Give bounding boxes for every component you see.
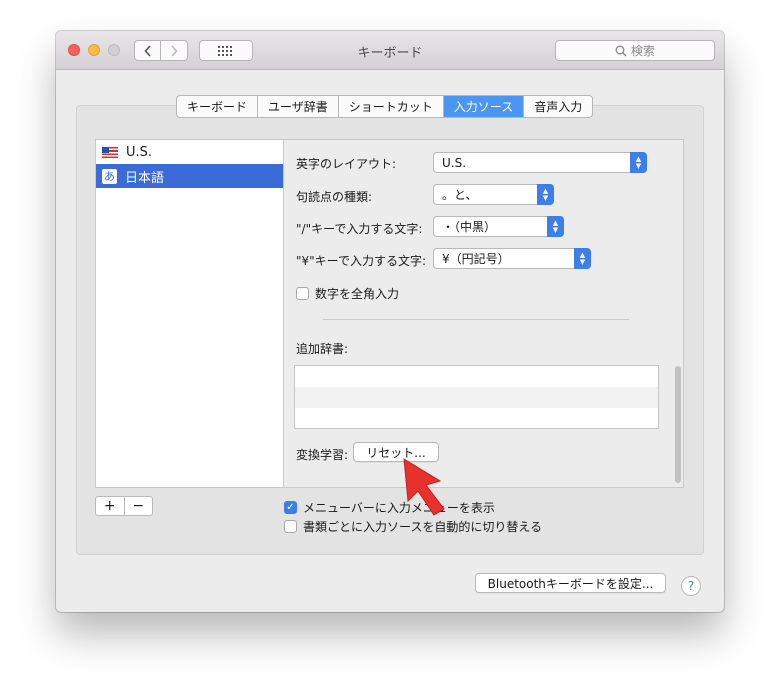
auto-switch-label: 書類ごとに入力ソースを自動的に切り替える: [303, 520, 543, 534]
slash-key-popup[interactable]: ・（中黒） ▲ ▼: [433, 216, 564, 237]
tab-input-sources[interactable]: 入力ソース: [443, 96, 525, 117]
tab-bar: キーボード ユーザ辞書 ショートカット 入力ソース 音声入力: [176, 95, 594, 118]
additional-dictionary-label: 追加辞書:: [296, 342, 349, 356]
list-item: [295, 366, 658, 387]
popup-arrows-icon: ▲ ▼: [537, 184, 554, 205]
popup-arrows-icon: ▲ ▼: [630, 152, 647, 173]
conversion-learning-label: 変換学習:: [296, 448, 349, 462]
mouse-pointer-icon: [403, 458, 445, 516]
punctuation-label: 句読点の種類:: [296, 190, 373, 204]
additional-dictionary-list[interactable]: [294, 365, 659, 429]
popup-arrows-icon: ▲ ▼: [574, 248, 591, 269]
tab-dictation[interactable]: 音声入力: [524, 96, 592, 117]
layout-value: U.S.: [442, 155, 467, 170]
setup-bluetooth-keyboard-button[interactable]: Bluetoothキーボードを設定...: [475, 573, 666, 593]
popup-arrows-icon: ▲ ▼: [547, 216, 564, 237]
punctuation-value: 。と、: [442, 188, 478, 202]
auto-switch-row[interactable]: 書類ごとに入力ソースを自動的に切り替える: [284, 518, 542, 535]
fullwidth-numbers-label: 数字を全角入力: [315, 287, 400, 301]
remove-source-button[interactable]: −: [125, 497, 153, 515]
fullwidth-numbers-row[interactable]: 数字を全角入力: [296, 285, 399, 302]
slash-key-label: "/"キーで入力する文字:: [296, 222, 423, 236]
list-item-japanese[interactable]: あ 日本語: [96, 164, 283, 188]
tab-keyboard[interactable]: キーボード: [177, 96, 259, 117]
show-input-menu-checkbox[interactable]: ✓: [284, 501, 297, 514]
layout-label: 英字のレイアウト:: [296, 157, 397, 171]
add-remove-control: + −: [95, 496, 153, 516]
us-flag-icon: [102, 146, 118, 158]
search-placeholder: 検索: [630, 44, 655, 58]
show-input-menu-row[interactable]: ✓ メニューバーに入力メニューを表示: [284, 499, 495, 516]
tab-shortcuts[interactable]: ショートカット: [339, 96, 444, 117]
scrollbar-thumb[interactable]: [675, 366, 681, 483]
search-field[interactable]: 検索: [555, 40, 715, 61]
list-item-label: U.S.: [126, 144, 153, 160]
title-bar: キーボード 検索: [56, 31, 724, 70]
list-item-label: 日本語: [125, 170, 165, 186]
list-item: [295, 408, 658, 429]
input-source-list[interactable]: U.S. あ 日本語: [95, 139, 284, 488]
add-source-button[interactable]: +: [96, 497, 125, 515]
yen-key-value: ¥（円記号）: [442, 252, 510, 266]
yen-key-popup[interactable]: ¥（円記号） ▲ ▼: [433, 248, 591, 269]
list-item: [295, 387, 658, 408]
show-input-menu-label: メニューバーに入力メニューを表示: [303, 501, 495, 515]
help-button[interactable]: ?: [681, 576, 701, 596]
divider: [323, 319, 629, 320]
hiragana-a-icon: あ: [102, 168, 117, 184]
search-icon: [615, 45, 627, 56]
tab-user-dictionary[interactable]: ユーザ辞書: [258, 96, 339, 117]
auto-switch-checkbox[interactable]: [284, 520, 297, 533]
punctuation-popup[interactable]: 。と、 ▲ ▼: [433, 184, 554, 205]
list-item-us[interactable]: U.S.: [96, 140, 283, 164]
preferences-window: キーボード 検索 キーボード ユーザ辞書 ショートカット 入力ソース 音声入力 …: [56, 31, 724, 612]
yen-key-label: "¥"キーで入力する文字:: [296, 254, 426, 268]
layout-popup[interactable]: U.S. ▲ ▼: [433, 152, 647, 173]
slash-key-value: ・（中黒）: [442, 220, 497, 234]
fullwidth-numbers-checkbox[interactable]: [296, 287, 309, 300]
